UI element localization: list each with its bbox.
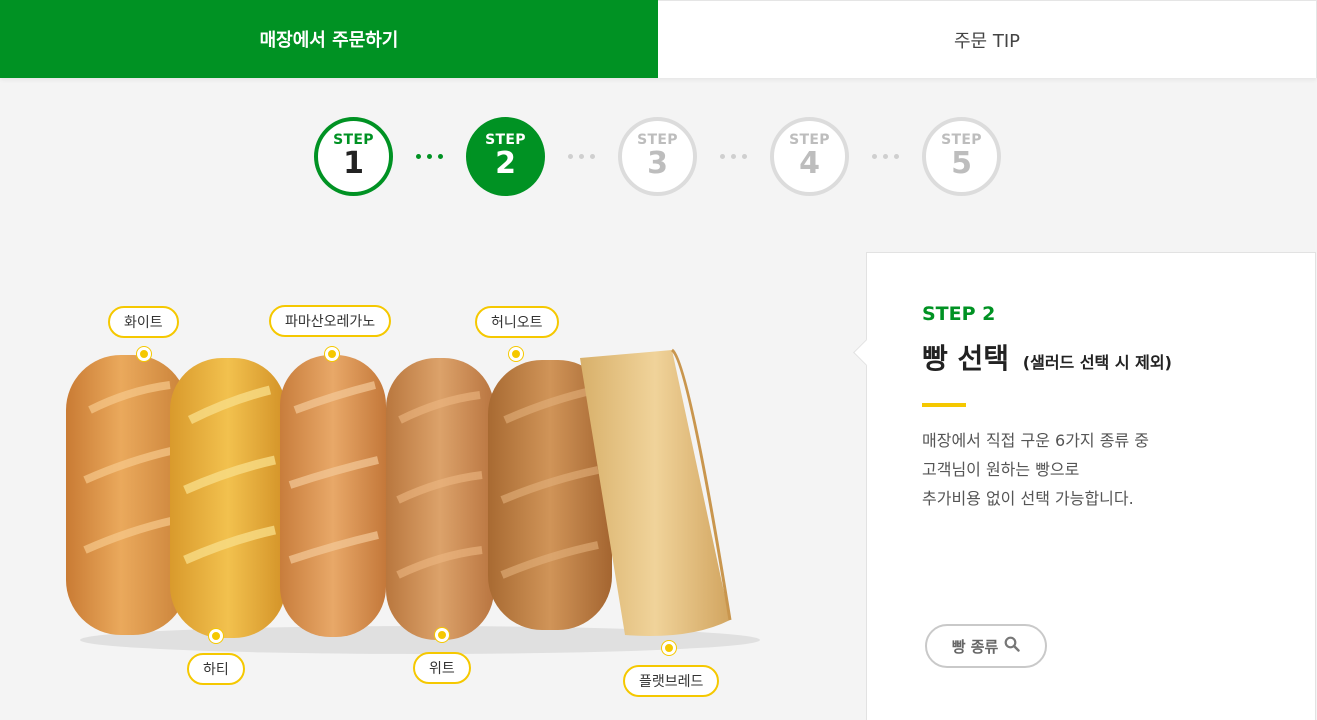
- step-number: 5: [951, 146, 972, 181]
- tab-order-in-store[interactable]: 매장에서 주문하기: [0, 0, 658, 78]
- step-connector: [393, 154, 466, 159]
- pin-flatbread: [662, 641, 676, 655]
- pin-parmesan-oregano: [325, 347, 339, 361]
- step-info-card: STEP 2 빵 선택 (샐러드 선택 시 제외) 매장에서 직접 구운 6가지…: [866, 252, 1316, 720]
- pin-honey-oat: [509, 347, 523, 361]
- accent-bar: [922, 403, 966, 407]
- step-indicator: STEP 1 STEP 2 STEP 3 STEP 4 STEP 5: [314, 117, 1001, 196]
- pin-hearty: [209, 629, 223, 643]
- bread-tag-white: 화이트: [108, 306, 179, 338]
- card-title: 빵 선택 (샐러드 선택 시 제외): [922, 337, 1172, 377]
- step-connector: [849, 154, 922, 159]
- card-title-text: 빵 선택: [922, 342, 1010, 375]
- bread-tag-hearty: 하티: [187, 653, 245, 685]
- desc-line: 매장에서 직접 구운 6가지 종류 중: [922, 431, 1149, 450]
- card-step-label: STEP 2: [922, 303, 996, 325]
- bread-tag-wheat: 위트: [413, 652, 471, 684]
- tab-order-tip[interactable]: 주문 TIP: [658, 0, 1317, 78]
- card-title-note: (샐러드 선택 시 제외): [1022, 353, 1172, 372]
- bread-tag-parmesan-oregano: 파마산오레가노: [269, 305, 392, 337]
- step-1[interactable]: STEP 1: [314, 117, 393, 196]
- pin-wheat: [435, 628, 449, 642]
- bread-types-button[interactable]: 빵 종류: [925, 624, 1047, 668]
- step-connector: [697, 154, 770, 159]
- bread-loaves-image: [66, 348, 760, 654]
- step-2[interactable]: STEP 2: [466, 117, 545, 196]
- step-3[interactable]: STEP 3: [618, 117, 697, 196]
- step-number: 1: [343, 146, 364, 181]
- desc-line: 추가비용 없이 선택 가능합니다.: [922, 489, 1134, 508]
- step-connector: [545, 154, 618, 159]
- step-number: 4: [799, 146, 820, 181]
- bread-types-label: 빵 종류: [951, 637, 999, 656]
- step-4[interactable]: STEP 4: [770, 117, 849, 196]
- order-tabs: 매장에서 주문하기 주문 TIP: [0, 0, 1317, 78]
- pin-white: [137, 347, 151, 361]
- card-description: 매장에서 직접 구운 6가지 종류 중 고객님이 원하는 빵으로 추가비용 없이…: [922, 426, 1149, 513]
- bread-tag-flatbread: 플랫브레드: [623, 665, 720, 697]
- step-number: 2: [495, 146, 516, 181]
- desc-line: 고객님이 원하는 빵으로: [922, 460, 1080, 479]
- step-number: 3: [647, 146, 668, 181]
- bread-illustration: 화이트 하티 파마산오레가노 위트 허니오트 플랫브레드: [40, 290, 800, 710]
- bread-tag-honey-oat: 허니오트: [475, 306, 559, 338]
- search-icon: [1004, 636, 1021, 656]
- step-5[interactable]: STEP 5: [922, 117, 1001, 196]
